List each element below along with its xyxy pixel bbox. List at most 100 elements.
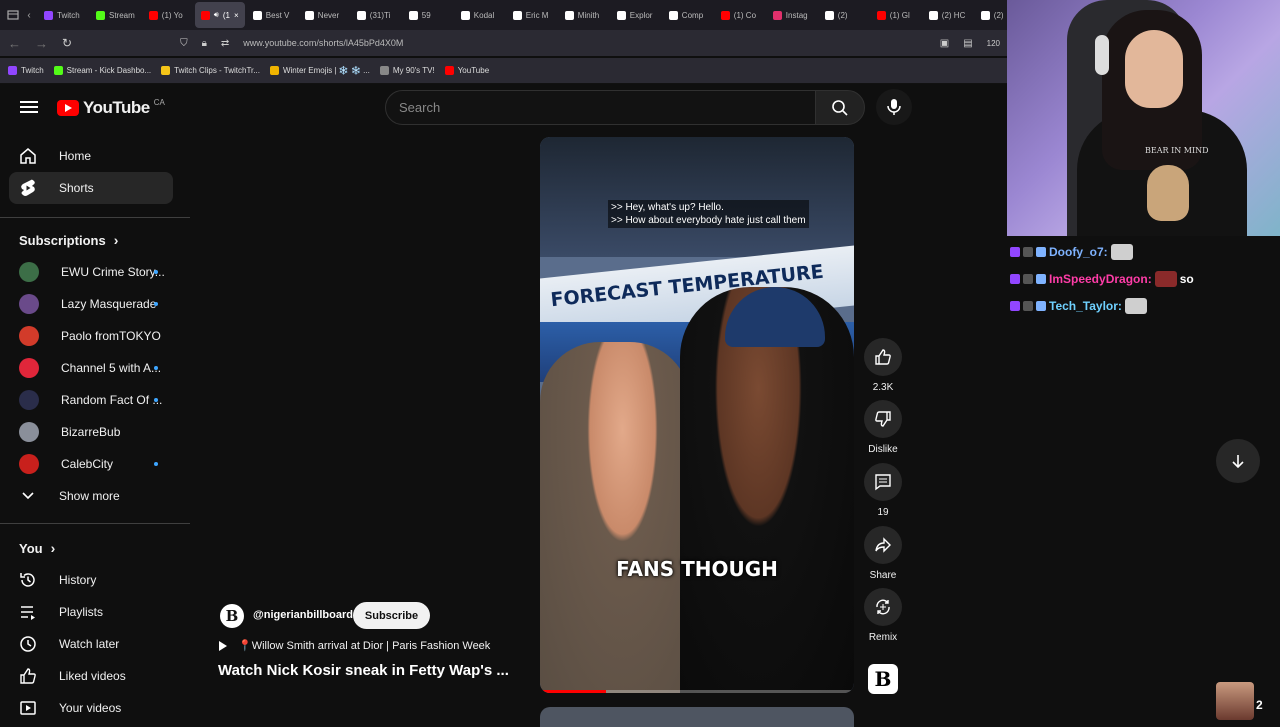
bookmark-label: My 90's TV! xyxy=(392,66,435,75)
sidebar-item-subscription[interactable]: EWU Crime Story... xyxy=(9,256,173,288)
sidebar-item-history[interactable]: History xyxy=(9,564,173,596)
forward-icon[interactable]: → xyxy=(35,36,48,51)
picture-in-picture-icon[interactable]: ▣ xyxy=(940,38,949,49)
share-button[interactable] xyxy=(864,526,902,564)
bookmark-favicon-icon xyxy=(379,66,389,75)
sound-link[interactable]: 📍Willow Smith arrival at Dior | Paris Fa… xyxy=(218,639,490,652)
browser-tab[interactable]: Never xyxy=(299,2,349,28)
bookmark-item[interactable]: Twitch xyxy=(8,66,44,75)
reader-view-icon[interactable]: ▤ xyxy=(963,38,972,49)
browser-tab[interactable]: 🔊︎ (1 × xyxy=(194,2,245,28)
sidebar-item-label: Playlists xyxy=(59,605,104,619)
sidebar-item-subscription[interactable]: BizarreBub xyxy=(9,416,173,448)
search-input[interactable]: Search xyxy=(385,90,817,125)
browser-tab[interactable]: Stream xyxy=(90,2,141,28)
sidebar-item-shorts[interactable]: Shorts xyxy=(9,172,173,204)
browser-tab[interactable]: (1) Co xyxy=(715,2,765,28)
video-person-right xyxy=(680,287,854,693)
sidebar-item-subscription[interactable]: Random Fact Of ... xyxy=(9,384,173,416)
subscriptions-title: Subscriptions xyxy=(19,232,106,248)
url-bar[interactable]: www.youtube.com/shorts/lA45bPd4X0M xyxy=(243,38,403,48)
sidebar-item-watch-later[interactable]: Watch later xyxy=(9,628,173,660)
logo-text: YouTube xyxy=(83,98,150,117)
subscribe-button[interactable]: Subscribe xyxy=(353,602,430,629)
new-content-dot xyxy=(154,462,158,466)
bookmark-item[interactable]: Twitch Clips - TwitchTr... xyxy=(161,66,260,75)
you-heading[interactable]: You › xyxy=(19,540,55,556)
browser-tab[interactable]: Best V xyxy=(247,2,297,28)
chat-badge-icon xyxy=(1010,274,1020,284)
bookmark-item[interactable]: YouTube xyxy=(444,66,489,75)
comments-button[interactable] xyxy=(864,463,902,501)
chat-emote-icon xyxy=(1110,244,1133,260)
sidebar-item-subscription[interactable]: Lazy Masquerade xyxy=(9,288,173,320)
tab-list-icon[interactable] xyxy=(6,8,20,22)
browser-tab[interactable]: (1) Yo xyxy=(143,2,193,28)
search-button[interactable] xyxy=(815,90,865,125)
channel-avatar-button[interactable]: B xyxy=(868,664,898,694)
sidebar-item-label: Channel 5 with A... xyxy=(61,361,162,375)
video-burned-caption: FANS THOUGH xyxy=(616,557,778,581)
subscriptions-heading[interactable]: Subscriptions › xyxy=(19,232,118,248)
remix-button[interactable] xyxy=(864,588,902,626)
browser-tab[interactable]: (2) HC xyxy=(923,2,973,28)
browser-tab[interactable]: Eric M xyxy=(507,2,557,28)
show-more-button[interactable]: Show more xyxy=(9,480,173,512)
sidebar-divider xyxy=(0,217,190,218)
like-button[interactable] xyxy=(864,338,902,376)
youtube-logo[interactable]: YouTube CA xyxy=(57,98,165,118)
sidebar-item-liked-videos[interactable]: Liked videos xyxy=(9,660,173,692)
sidebar-item-home[interactable]: Home xyxy=(9,140,173,172)
browser-tab[interactable]: (1) Gl xyxy=(871,2,921,28)
browser-tab[interactable]: Kodal xyxy=(455,2,505,28)
chat-badge-icon xyxy=(1036,301,1046,311)
browser-tab[interactable]: Explor xyxy=(611,2,661,28)
sidebar-item-your-videos[interactable]: Your videos xyxy=(9,692,173,724)
back-icon[interactable]: ← xyxy=(8,36,21,51)
channel-handle[interactable]: @nigerianbillboard xyxy=(253,609,353,621)
sidebar-item-label: History xyxy=(59,573,97,587)
tab-favicon-icon xyxy=(408,10,418,20)
browser-tab[interactable]: Twitch xyxy=(38,2,88,28)
sidebar-item-subscription[interactable]: Paolo fromTOKYO xyxy=(9,320,173,352)
comments-action[interactable]: 19 xyxy=(864,463,902,518)
browser-tab[interactable]: 59 xyxy=(403,2,453,28)
next-shorts-preview[interactable] xyxy=(540,707,854,727)
browser-tab[interactable]: Instag xyxy=(767,2,817,28)
share-label: Share xyxy=(869,570,897,581)
sidebar-item-playlists[interactable]: Playlists xyxy=(9,596,173,628)
speaker-icon[interactable]: 🔊︎ xyxy=(214,10,219,20)
lock-icon[interactable]: 🔒︎ xyxy=(202,38,207,49)
bookmark-item[interactable]: Winter Emojis | ❄️ ❄️ ... xyxy=(269,66,370,75)
shorts-video-player[interactable]: FORECAST TEMPERATURE >> Hey, what's up? … xyxy=(540,137,854,693)
share-action[interactable]: Share xyxy=(864,526,902,581)
browser-tab[interactable]: (2) xyxy=(819,2,869,28)
sidebar-item-subscription[interactable]: Channel 5 with A... xyxy=(9,352,173,384)
browser-tab[interactable]: Minith xyxy=(559,2,609,28)
voice-search-button[interactable] xyxy=(876,89,912,125)
close-tab-icon[interactable]: × xyxy=(234,11,239,20)
reload-icon[interactable]: ↻ xyxy=(62,36,72,50)
video-background xyxy=(540,137,854,257)
channel-avatar[interactable]: B xyxy=(220,604,244,628)
like-action[interactable]: 2.3K xyxy=(864,338,902,393)
video-title[interactable]: Watch Nick Kosir sneak in Fetty Wap's ..… xyxy=(218,662,518,679)
browser-tab[interactable]: (2) xyxy=(975,2,1008,28)
tab-label: Explor xyxy=(629,10,653,20)
dislike-action[interactable]: Dislike xyxy=(864,400,902,455)
zoom-level[interactable]: 120 xyxy=(987,39,1000,48)
permissions-icon[interactable]: ⇄ xyxy=(221,38,229,49)
bookmark-item[interactable]: Stream - Kick Dashbo... xyxy=(53,66,151,75)
bookmark-item[interactable]: My 90's TV! xyxy=(379,66,435,75)
menu-icon[interactable] xyxy=(20,98,38,116)
dislike-label: Dislike xyxy=(868,444,898,455)
tab-scroll-left-icon[interactable]: ‹ xyxy=(22,8,36,22)
browser-tab[interactable]: Comp xyxy=(663,2,713,28)
shield-icon[interactable]: ⛉ xyxy=(180,38,188,49)
sidebar-item-subscription[interactable]: CalebCity xyxy=(9,448,173,480)
remix-action[interactable]: Remix xyxy=(864,588,902,643)
browser-tab[interactable]: (31)Ti xyxy=(351,2,401,28)
next-video-button[interactable] xyxy=(1216,439,1260,483)
dislike-button[interactable] xyxy=(864,400,902,438)
tab-favicon-icon xyxy=(824,10,834,20)
